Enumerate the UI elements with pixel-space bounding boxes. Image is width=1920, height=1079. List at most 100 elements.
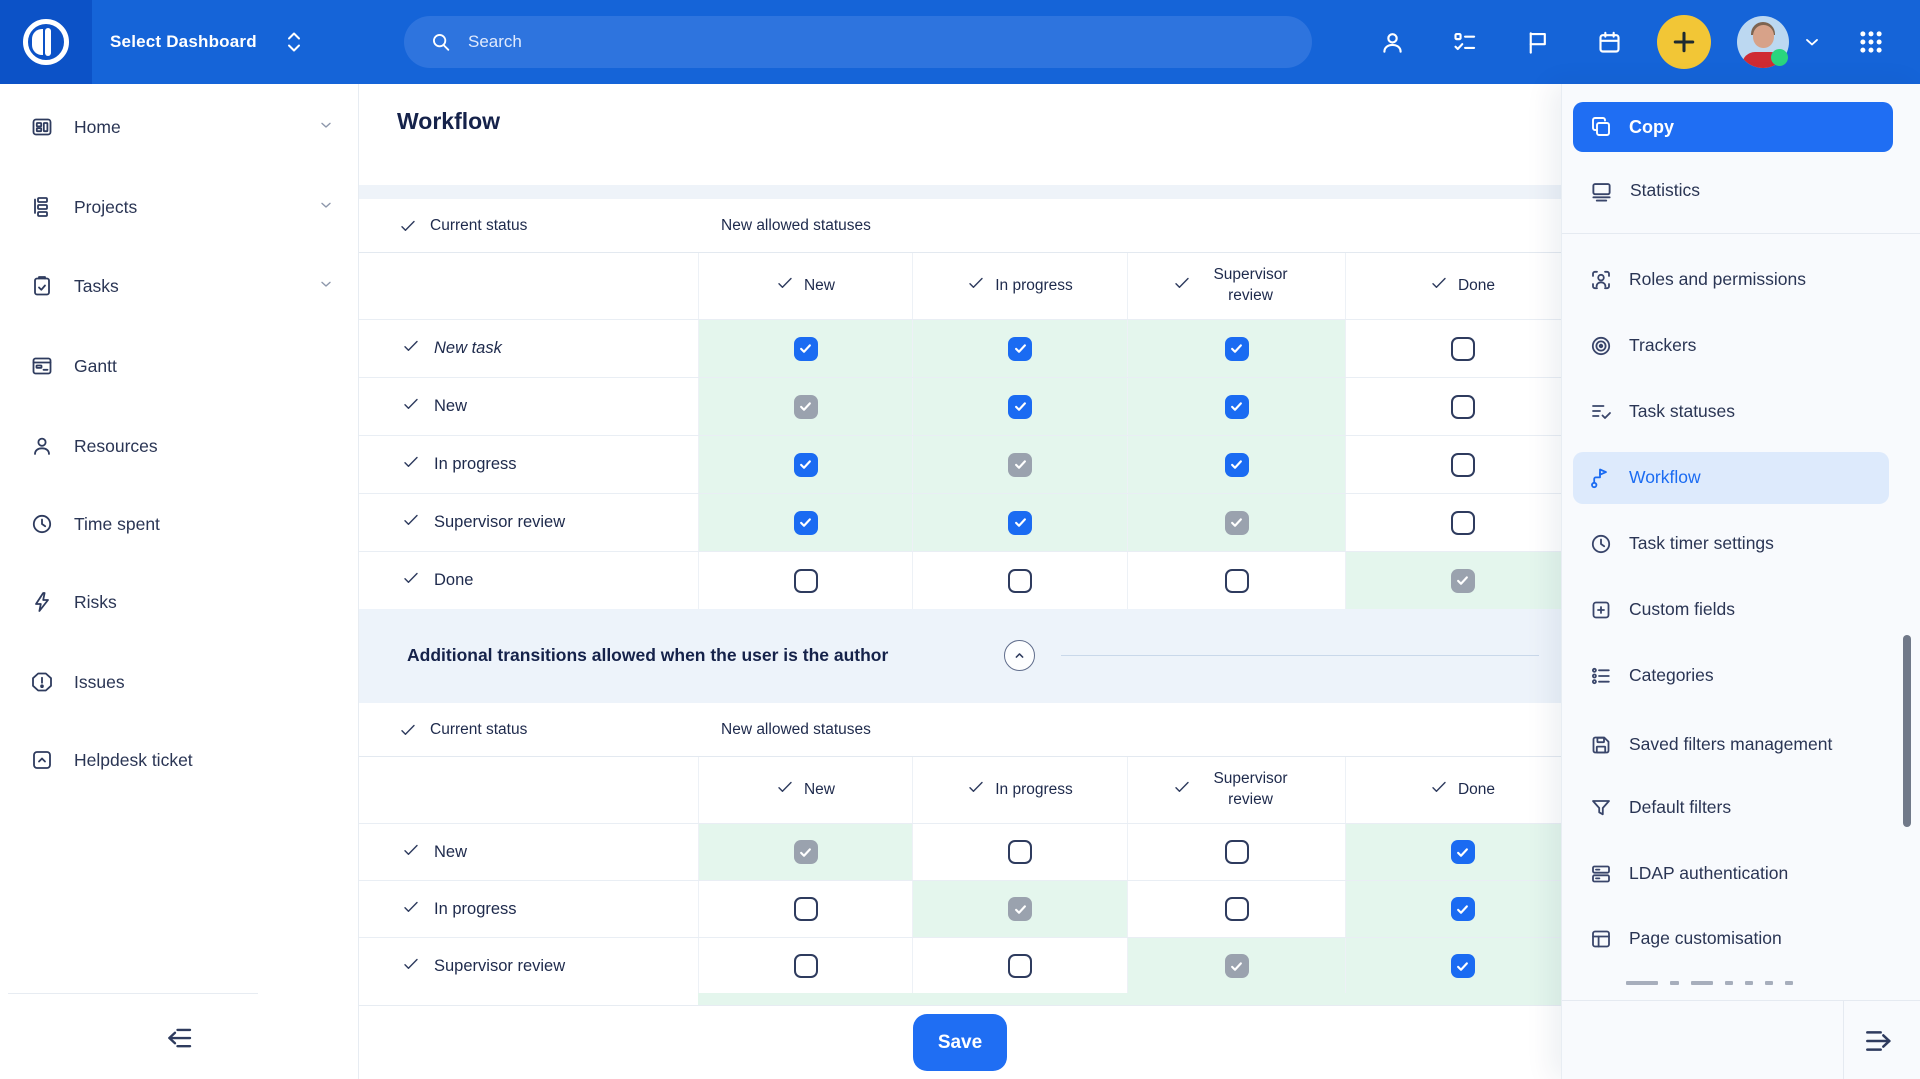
panel-item-roles-and-permissions[interactable]: Roles and permissions <box>1573 254 1889 306</box>
roles-icon <box>1589 268 1613 292</box>
collapse-sidebar-icon[interactable] <box>165 1023 195 1053</box>
checkbox-supervisor-review-new[interactable] <box>794 954 818 978</box>
checkbox-in-progress-supervisor-review[interactable] <box>1225 897 1249 921</box>
user-directory-icon[interactable] <box>1379 0 1406 84</box>
sidebar-item-resources[interactable]: Resources <box>0 418 359 474</box>
save-button[interactable]: Save <box>913 1014 1007 1071</box>
checkbox-supervisor-review-new[interactable] <box>794 511 818 535</box>
checkbox-in-progress-new[interactable] <box>794 897 818 921</box>
time-icon <box>30 512 54 536</box>
checkbox-supervisor-review-in-progress[interactable] <box>1008 954 1032 978</box>
saved-filters-icon <box>1589 733 1613 757</box>
search-bar[interactable] <box>404 16 1312 68</box>
expand-panel-icon[interactable] <box>1862 1025 1894 1057</box>
search-input[interactable] <box>466 31 1166 53</box>
transition-cell <box>1127 552 1345 609</box>
checkbox-in-progress-in-progress[interactable] <box>1008 897 1032 921</box>
sidebar-item-projects[interactable]: Projects <box>0 179 359 235</box>
checkbox-in-progress-done[interactable] <box>1451 453 1475 477</box>
checkbox-new-new[interactable] <box>794 840 818 864</box>
checkbox-new-task-done[interactable] <box>1451 337 1475 361</box>
panel-scrollbar[interactable] <box>1903 635 1911 827</box>
check-icon <box>1173 274 1191 299</box>
table-row-new: New <box>359 377 1561 435</box>
panel-item-page-customisation[interactable]: Page customisation <box>1573 913 1889 965</box>
checkbox-done-done[interactable] <box>1451 569 1475 593</box>
collapse-section-button[interactable] <box>1004 640 1035 671</box>
app-logo[interactable] <box>0 0 92 84</box>
panel-item-trackers[interactable]: Trackers <box>1573 320 1889 372</box>
chevron-down-icon[interactable] <box>318 197 334 218</box>
transition-cell <box>912 320 1127 377</box>
panel-item-custom-fields[interactable]: Custom fields <box>1573 584 1889 636</box>
checkbox-supervisor-review-done[interactable] <box>1451 511 1475 535</box>
checkbox-in-progress-new[interactable] <box>794 453 818 477</box>
checkbox-new-new[interactable] <box>794 395 818 419</box>
sidebar-item-label: Home <box>74 117 121 138</box>
checkbox-in-progress-done[interactable] <box>1451 897 1475 921</box>
table-row-in-progress: In progress <box>359 880 1561 937</box>
sidebar-item-time-spent[interactable]: Time spent <box>0 496 359 552</box>
chevron-down-icon[interactable] <box>318 276 334 297</box>
checkbox-supervisor-review-supervisor-review[interactable] <box>1225 954 1249 978</box>
sidebar-item-gantt[interactable]: Gantt <box>0 338 359 394</box>
transition-cell <box>1345 938 1561 994</box>
dashboard-selector[interactable]: Select Dashboard <box>110 0 305 84</box>
copy-button[interactable]: Copy <box>1573 102 1893 152</box>
panel-item-default-filters[interactable]: Default filters <box>1573 782 1889 834</box>
resources-icon <box>30 434 54 458</box>
checkbox-new-supervisor-review[interactable] <box>1225 395 1249 419</box>
chevron-down-icon[interactable] <box>318 117 334 138</box>
checkbox-new-done[interactable] <box>1451 395 1475 419</box>
column-header-in-progress: In progress <box>912 253 1127 319</box>
sidebar-item-label: Risks <box>74 592 117 613</box>
sidebar-item-tasks[interactable]: Tasks <box>0 258 359 314</box>
checkbox-supervisor-review-supervisor-review[interactable] <box>1225 511 1249 535</box>
panel-item-task-timer-settings[interactable]: Task timer settings <box>1573 518 1889 570</box>
panel-item-workflow[interactable]: Workflow <box>1573 452 1889 504</box>
sidebar-item-label: Time spent <box>74 514 160 535</box>
panel-item-label: Task statuses <box>1629 401 1735 423</box>
checkbox-new-in-progress[interactable] <box>1008 395 1032 419</box>
checkbox-new-done[interactable] <box>1451 840 1475 864</box>
apps-grid-icon[interactable] <box>1856 0 1886 84</box>
checkbox-in-progress-supervisor-review[interactable] <box>1225 453 1249 477</box>
panel-item-categories[interactable]: Categories <box>1573 650 1889 702</box>
sidebar-item-helpdesk-ticket[interactable]: Helpdesk ticket <box>0 732 359 788</box>
sidebar-item-risks[interactable]: Risks <box>0 574 359 630</box>
workflow-icon <box>1589 466 1613 490</box>
checkbox-new-task-supervisor-review[interactable] <box>1225 337 1249 361</box>
panel-footer-divider <box>1562 1000 1920 1001</box>
checkbox-in-progress-in-progress[interactable] <box>1008 453 1032 477</box>
add-new-button[interactable] <box>1657 15 1711 69</box>
section-title: Additional transitions allowed when the … <box>407 645 888 666</box>
row-label-cell: In progress <box>359 881 698 937</box>
panel-item-saved-filters-management[interactable]: Saved filters management <box>1573 712 1889 778</box>
checkbox-done-supervisor-review[interactable] <box>1225 569 1249 593</box>
check-icon <box>399 721 417 739</box>
checkbox-done-new[interactable] <box>794 569 818 593</box>
panel-item-task-statuses[interactable]: Task statuses <box>1573 386 1889 438</box>
checkbox-done-in-progress[interactable] <box>1008 569 1032 593</box>
table-row-done: Done <box>359 551 1561 609</box>
panel-item-ldap-authentication[interactable]: LDAP authentication <box>1573 848 1889 900</box>
current-status-header: Current status <box>430 217 527 235</box>
sidebar-item-label: Tasks <box>74 276 119 297</box>
checkbox-new-in-progress[interactable] <box>1008 840 1032 864</box>
checkbox-supervisor-review-in-progress[interactable] <box>1008 511 1032 535</box>
checkbox-new-task-in-progress[interactable] <box>1008 337 1032 361</box>
checklist-icon[interactable] <box>1451 0 1478 84</box>
transition-cell <box>1345 436 1561 493</box>
transition-cell <box>1127 436 1345 493</box>
checkbox-new-supervisor-review[interactable] <box>1225 840 1249 864</box>
profile-chevron-down-icon[interactable] <box>1802 0 1822 84</box>
calendar-icon[interactable] <box>1596 0 1623 84</box>
checkbox-supervisor-review-done[interactable] <box>1451 954 1475 978</box>
flag-icon[interactable] <box>1524 0 1551 84</box>
panel-item-statistics[interactable]: Statistics <box>1573 165 1889 217</box>
transition-cell <box>698 494 912 551</box>
sidebar-item-issues[interactable]: Issues <box>0 654 359 710</box>
sidebar-item-home[interactable]: Home <box>0 99 359 155</box>
checkbox-new-task-new[interactable] <box>794 337 818 361</box>
content-footer: Save <box>359 1005 1561 1079</box>
